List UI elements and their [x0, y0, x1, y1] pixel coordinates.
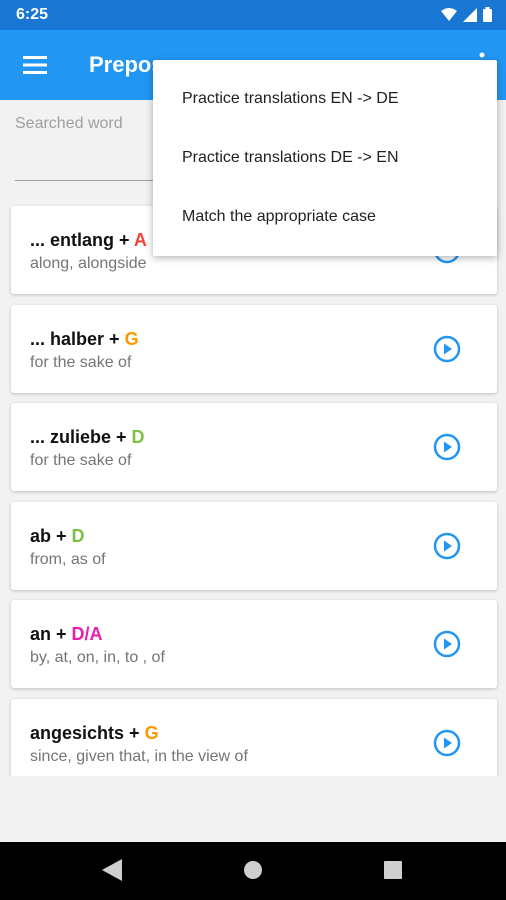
preposition-title: ... entlang + A: [30, 230, 147, 251]
preposition-translation: since, given that, in the view of: [30, 747, 248, 765]
preposition-title: ... zuliebe + D: [30, 427, 145, 448]
preposition-title: ab + D: [30, 526, 85, 547]
status-time: 6:25: [16, 6, 49, 23]
preposition-translation: for the sake of: [30, 353, 132, 371]
navigation-bar: [0, 842, 506, 900]
play-audio-icon[interactable]: [433, 630, 461, 658]
list-item[interactable]: ... zuliebe + Dfor the sake of: [11, 403, 497, 491]
preposition-title: an + D/A: [30, 624, 103, 645]
preposition-translation: along, alongside: [30, 255, 147, 272]
recent-apps-icon[interactable]: [384, 861, 402, 879]
search-input[interactable]: [15, 180, 155, 181]
play-audio-icon[interactable]: [433, 433, 461, 461]
preposition-word: ab +: [30, 525, 67, 546]
wifi-icon: [441, 7, 457, 21]
list-item[interactable]: angesichts + Gsince, given that, in the …: [11, 698, 497, 787]
preposition-word: angesichts +: [30, 722, 140, 743]
case-badge: D: [71, 525, 85, 546]
preposition-title: angesichts + G: [30, 723, 159, 744]
list-bottom-area: [0, 776, 506, 842]
preposition-word: ... halber +: [30, 328, 120, 349]
preposition-translation: for the sake of: [30, 452, 132, 469]
case-badge: G: [144, 722, 159, 743]
preposition-title: ... halber + G: [30, 329, 139, 350]
menu-item-match-case[interactable]: Match the appropriate case: [182, 208, 376, 226]
overflow-popup-menu: Practice translations EN -> DE Practice …: [153, 60, 497, 256]
menu-button[interactable]: [18, 50, 52, 80]
preposition-translation: from, as of: [30, 550, 106, 568]
list-item[interactable]: an + D/A by, at, on, in, to , of: [11, 600, 497, 688]
app-title: Prepositions: [89, 52, 159, 77]
preposition-word: an +: [30, 624, 67, 644]
case-badge: A: [133, 230, 147, 250]
play-audio-icon[interactable]: [433, 335, 461, 363]
preposition-list: ... entlang + Aalong, alongside... halbe…: [11, 206, 497, 797]
preposition-word: ... entlang +: [30, 230, 130, 250]
list-item[interactable]: ab + Dfrom, as of: [11, 501, 497, 590]
list-item[interactable]: ... halber + Gfor the sake of: [11, 304, 497, 393]
case-badge: G: [124, 328, 139, 349]
preposition-word: ... zuliebe +: [30, 427, 127, 447]
menu-item-practice-en-de[interactable]: Practice translations EN -> DE: [182, 90, 399, 108]
case-badge: D/A: [71, 624, 103, 644]
battery-icon: [483, 7, 492, 22]
back-icon[interactable]: [102, 859, 122, 881]
preposition-translation: by, at, on, in, to , of: [30, 649, 165, 666]
status-bar: 6:25: [0, 0, 506, 30]
case-badge: D: [131, 427, 145, 447]
menu-item-practice-de-en[interactable]: Practice translations DE -> EN: [182, 149, 399, 167]
home-icon[interactable]: [243, 860, 263, 880]
play-audio-icon[interactable]: [433, 532, 461, 560]
play-audio-icon[interactable]: [433, 729, 461, 757]
search-placeholder: Searched word: [15, 115, 123, 132]
signal-icon: [463, 7, 477, 22]
hamburger-menu-icon: [23, 56, 47, 74]
status-icons: [441, 7, 492, 22]
